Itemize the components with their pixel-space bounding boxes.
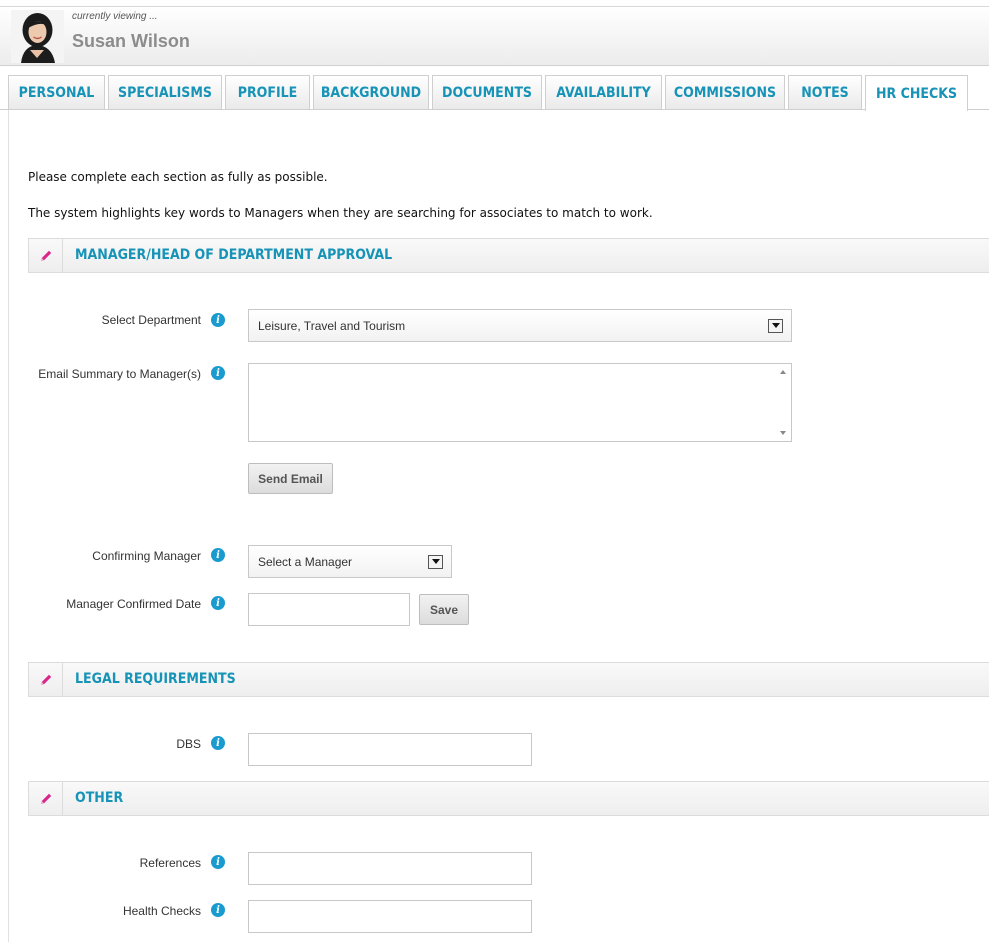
tab-background[interactable]: BACKGROUND (313, 75, 429, 110)
section-title: OTHER (75, 790, 124, 806)
tab-bar-divider (0, 109, 989, 110)
pencil-icon (29, 663, 63, 696)
avatar (11, 10, 64, 63)
confirming-manager-label: Confirming Manager (92, 549, 201, 563)
section-other: OTHER (28, 781, 989, 816)
chevron-down-icon (768, 318, 783, 333)
confirming-manager-select[interactable]: Select a Manager (248, 545, 452, 578)
tab-notes[interactable]: NOTES (788, 75, 862, 110)
intro-text-2: The system highlights key words to Manag… (28, 206, 653, 220)
info-icon[interactable]: i (211, 548, 225, 562)
department-select-value: Leisure, Travel and Tourism (258, 318, 406, 333)
pencil-icon (29, 782, 63, 815)
health-checks-label: Health Checks (122, 904, 201, 918)
info-icon[interactable]: i (211, 903, 225, 917)
tab-personal[interactable]: PERSONAL (8, 75, 105, 110)
send-email-button[interactable]: Send Email (248, 463, 333, 494)
tab-availability[interactable]: AVAILABILITY (545, 75, 662, 110)
confirming-manager-value: Select a Manager (258, 554, 353, 569)
tab-bar: PERSONAL SPECIALISMS PROFILE BACKGROUND … (0, 66, 989, 111)
tab-profile[interactable]: PROFILE (225, 75, 310, 110)
manager-confirmed-date-input[interactable] (248, 593, 410, 626)
info-icon[interactable]: i (211, 855, 225, 869)
scrollbar[interactable] (776, 364, 791, 441)
section-manager-approval: MANAGER/HEAD OF DEPARTMENT APPROVAL (28, 238, 989, 273)
tab-documents[interactable]: DOCUMENTS (432, 75, 542, 110)
dbs-input[interactable] (248, 733, 532, 766)
intro-text-1: Please complete each section as fully as… (28, 170, 328, 184)
department-select[interactable]: Leisure, Travel and Tourism (248, 309, 792, 342)
currently-viewing-label: currently viewing ... (72, 11, 158, 22)
email-summary-label: Email Summary to Manager(s) (38, 367, 201, 381)
content-border (8, 110, 9, 942)
avatar-photo-icon (11, 10, 64, 63)
viewed-user-name: Susan Wilson (72, 31, 190, 51)
references-input[interactable] (248, 852, 532, 885)
info-icon[interactable]: i (211, 313, 225, 327)
section-title: MANAGER/HEAD OF DEPARTMENT APPROVAL (75, 247, 393, 263)
references-label: References (139, 856, 201, 870)
pencil-icon (29, 239, 63, 272)
section-legal-requirements: LEGAL REQUIREMENTS (28, 662, 989, 697)
health-checks-input[interactable] (248, 900, 532, 933)
scroll-up-icon (780, 370, 786, 374)
scroll-down-icon (780, 431, 786, 435)
chevron-down-icon (428, 554, 443, 569)
info-icon[interactable]: i (211, 736, 225, 750)
save-button[interactable]: Save (419, 594, 469, 625)
manager-confirmed-date-label: Manager Confirmed Date (66, 597, 201, 611)
section-title: LEGAL REQUIREMENTS (75, 671, 236, 687)
info-icon[interactable]: i (211, 366, 225, 380)
tab-commissions[interactable]: COMMISSIONS (665, 75, 785, 110)
tab-specialisms[interactable]: SPECIALISMS (108, 75, 222, 110)
info-icon[interactable]: i (211, 596, 225, 610)
profile-header: currently viewing ... Susan Wilson (0, 6, 989, 66)
dbs-label: DBS (176, 737, 201, 751)
email-summary-textarea[interactable] (248, 363, 792, 442)
select-department-label: Select Department (101, 313, 201, 327)
tab-hr-checks[interactable]: HR CHECKS (865, 75, 968, 111)
